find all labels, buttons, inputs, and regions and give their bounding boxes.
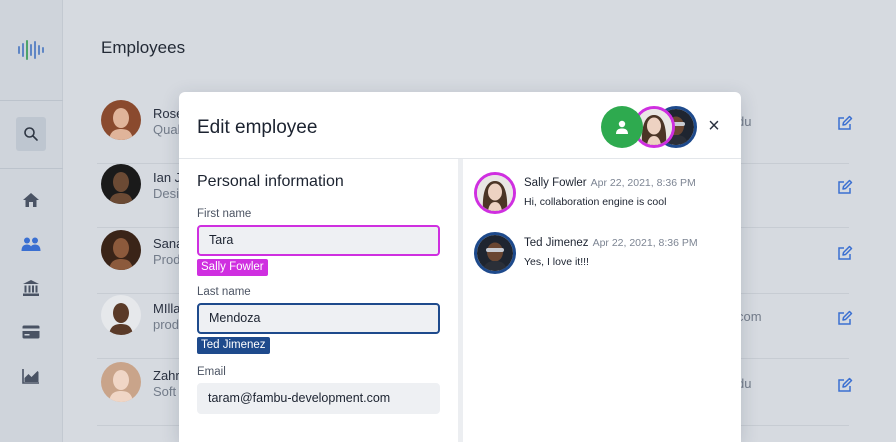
- dialog-title: Edit employee: [197, 117, 318, 138]
- card-icon: [22, 325, 40, 339]
- panel-divider: [458, 159, 463, 442]
- sidebar-divider: [0, 100, 63, 101]
- last-name-label: Last name: [197, 286, 251, 298]
- message-time: Apr 22, 2021, 8:36 PM: [592, 237, 698, 249]
- employee-name: MIlla: [153, 301, 181, 316]
- sidebar-item-bank[interactable]: [20, 277, 42, 299]
- employee-role: Soft: [153, 384, 177, 399]
- sidebar-item-home[interactable]: [20, 189, 42, 211]
- search-button[interactable]: [16, 117, 46, 151]
- edit-button[interactable]: [837, 245, 853, 261]
- message-author: Sally Fowler Apr 22, 2021, 8:36 PM: [524, 177, 696, 189]
- employee-name: Ian J: [153, 170, 182, 185]
- first-name-label: First name: [197, 208, 252, 220]
- dialog-header: Edit employee ×: [179, 92, 741, 159]
- ted-jimenez-avatar: [474, 232, 516, 274]
- sidebar-item-analytics[interactable]: [20, 365, 42, 387]
- sidebar-divider: [0, 168, 63, 169]
- avatar: [101, 100, 141, 140]
- page-title: Employees: [101, 38, 186, 57]
- logo-icon: [18, 38, 44, 62]
- users-icon: [21, 237, 41, 251]
- search-icon: [24, 127, 38, 141]
- current-user-avatar[interactable]: [601, 106, 643, 148]
- chat-message: Ted Jimenez Apr 22, 2021, 8:36 PM Yes, I …: [474, 232, 724, 276]
- edit-button[interactable]: [837, 377, 853, 393]
- first-name-editor-tag: Sally Fowler: [197, 259, 268, 276]
- edit-button[interactable]: [837, 179, 853, 195]
- employee-role: Desi: [153, 186, 180, 201]
- user-icon: [616, 120, 628, 134]
- employee-role: Qual: [153, 122, 181, 137]
- email-field[interactable]: taram@fambu-development.com: [197, 383, 440, 414]
- bank-icon: [23, 280, 39, 296]
- edit-icon: [838, 310, 853, 325]
- edit-button[interactable]: [837, 115, 853, 131]
- edit-employee-dialog: Edit employee × Personal information Fir…: [179, 92, 741, 442]
- edit-icon: [838, 245, 853, 260]
- chat-message: Sally Fowler Apr 22, 2021, 8:36 PM Hi, co…: [474, 172, 724, 216]
- email-label: Email: [197, 366, 226, 378]
- avatar: [101, 295, 141, 335]
- edit-icon: [838, 115, 853, 130]
- portrait: [477, 175, 513, 211]
- sidebar-item-employees[interactable]: [20, 233, 42, 255]
- author-name: Sally Fowler: [524, 177, 587, 189]
- message-text: Yes, I love it!!!: [524, 256, 589, 268]
- last-name-editor-tag: Ted Jimenez: [197, 337, 270, 354]
- section-title: Personal information: [197, 173, 344, 190]
- employee-role: Prod: [153, 252, 181, 267]
- message-author: Ted Jimenez Apr 22, 2021, 8:36 PM: [524, 237, 698, 249]
- home-icon: [23, 193, 39, 207]
- message-text: Hi, collaboration engine is cool: [524, 196, 667, 208]
- avatar: [101, 164, 141, 204]
- employee-name: Zahr: [153, 368, 180, 383]
- sidebar-item-cards[interactable]: [20, 321, 42, 343]
- last-name-field[interactable]: Mendoza: [197, 303, 440, 334]
- first-name-field[interactable]: Tara: [197, 225, 440, 256]
- edit-icon: [838, 179, 853, 194]
- presence-avatars: [601, 106, 697, 148]
- message-time: Apr 22, 2021, 8:36 PM: [590, 177, 696, 189]
- edit-button[interactable]: [837, 310, 853, 326]
- portrait: [477, 235, 513, 271]
- sally-fowler-avatar: [474, 172, 516, 214]
- close-button[interactable]: ×: [706, 116, 722, 136]
- avatar: [101, 362, 141, 402]
- author-name: Ted Jimenez: [524, 237, 589, 249]
- chart-icon: [22, 369, 39, 384]
- avatar: [101, 230, 141, 270]
- edit-icon: [838, 377, 853, 392]
- employee-role: prod: [153, 317, 180, 332]
- sidebar: [0, 0, 63, 442]
